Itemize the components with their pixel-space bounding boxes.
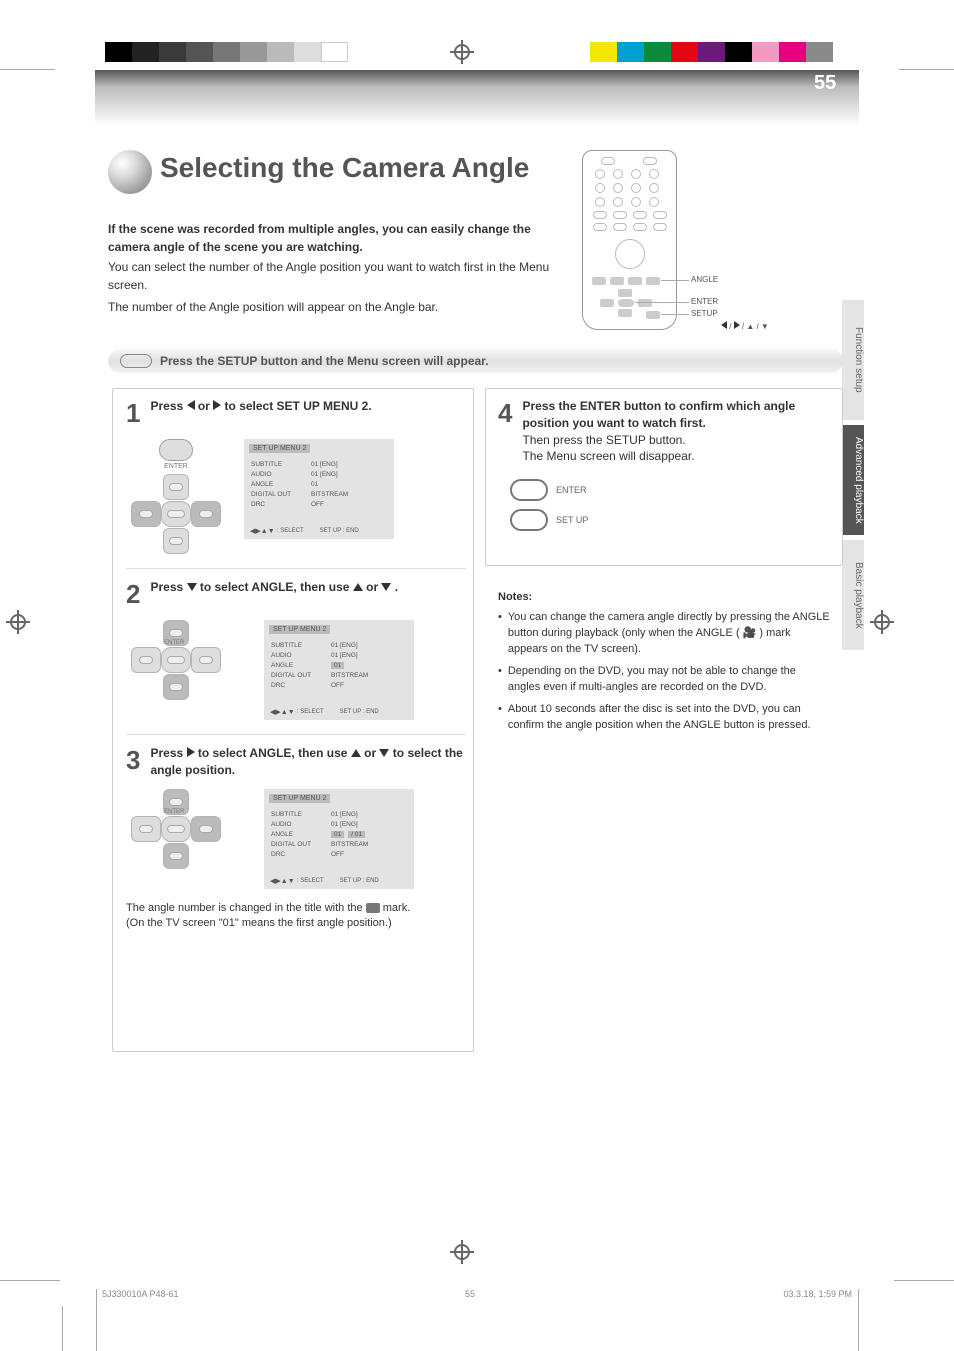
enter-button-icon [510, 479, 548, 501]
camera-angle-icon [366, 903, 380, 913]
step-3-text: Press to select ANGLE, then use or to se… [150, 745, 466, 779]
page-title: Selecting the Camera Angle [160, 152, 529, 184]
color-calibration-bar [590, 42, 833, 62]
registration-mark-icon [870, 610, 894, 634]
down-arrow-icon [381, 583, 391, 591]
remote-illustration: ANGLE ENTER SETUP / / ▲ / ▼ [582, 150, 677, 330]
dpad-icon [126, 474, 226, 554]
step-2-number: 2 [126, 579, 140, 610]
setup-button-icon [510, 509, 548, 531]
down-arrow-icon [187, 583, 197, 591]
tv-screen-mock-2: SET UP MENU 2 SUBTITLE01 [ENG] AUDIO01 [… [264, 620, 414, 720]
tv-screen-mock-3: SET UP MENU 2 SUBTITLE01 [ENG] AUDIO01 [… [264, 789, 414, 889]
right-arrow-icon [187, 747, 195, 757]
dpad-icon: ENTER [126, 789, 226, 869]
up-arrow-icon [353, 583, 363, 591]
trim-mark [62, 1306, 63, 1351]
grayscale-calibration-bar [105, 42, 348, 62]
side-tab-basic-playback: Basic playback [842, 540, 864, 650]
registration-mark-icon [6, 610, 30, 634]
remote-label-enter: ENTER [691, 297, 718, 306]
left-arrow-icon [187, 400, 195, 410]
intro-lead: If the scene was recorded from multiple … [108, 220, 554, 256]
setup-instruction-band: Press the SETUP button and the Menu scre… [108, 349, 843, 373]
notes-header: Notes: [498, 590, 830, 606]
up-arrow-icon [351, 749, 361, 757]
side-tab-function-setup: Function setup [842, 300, 864, 420]
dpad-icon: ENTER [126, 620, 226, 700]
setup-button-label: SET UP [556, 515, 588, 525]
footer-filename: 5J330010A P48-61 [102, 1289, 179, 1299]
side-tab-advanced-playback: Advanced playback [842, 425, 864, 535]
remote-label-angle: ANGLE [691, 275, 718, 284]
trim-mark [0, 69, 55, 70]
trim-mark [96, 1289, 97, 1351]
footer-timestamp: 03.3.18, 1:59 PM [783, 1289, 852, 1299]
step-4-text: Press the ENTER button to confirm which … [522, 398, 830, 465]
enter-button-icon [159, 439, 193, 461]
step-3-number: 3 [126, 745, 140, 779]
tv-screen-mock-1: SET UP MENU 2 SUBTITLE01 [ENG] AUDIO01 [… [244, 439, 394, 539]
page-number: 55 [814, 72, 836, 95]
section-sphere-icon [108, 150, 152, 194]
band-text: Press the SETUP button and the Menu scre… [160, 354, 489, 368]
footer-page: 55 [465, 1289, 475, 1299]
right-arrow-icon [213, 400, 221, 410]
remote-label-setup: SETUP [691, 309, 718, 318]
note-item: You can change the camera angle directly… [498, 610, 830, 658]
step-1-text: Press or to select SET UP MENU 2. [150, 398, 371, 429]
note-item: Depending on the DVD, you may not be abl… [498, 664, 830, 696]
intro-paragraph-1: You can select the number of the Angle p… [108, 258, 554, 294]
trim-mark [0, 1280, 60, 1281]
step-1-number: 1 [126, 398, 140, 429]
step-2-text: Press to select ANGLE, then use or . [150, 579, 398, 610]
registration-mark-icon [450, 40, 474, 64]
setup-button-icon [120, 354, 152, 368]
step-3-note: The angle number is changed in the title… [126, 901, 466, 932]
registration-mark-icon [450, 1240, 474, 1264]
down-arrow-icon [379, 749, 389, 757]
trim-mark [894, 1280, 954, 1281]
intro-paragraph-2: The number of the Angle position will ap… [108, 298, 554, 316]
notes-section: Notes: You can change the camera angle d… [498, 590, 830, 740]
enter-button-label: ENTER [556, 485, 587, 495]
remote-label-arrows: / / ▲ / ▼ [721, 321, 769, 331]
note-item: About 10 seconds after the disc is set i… [498, 702, 830, 734]
trim-mark [899, 69, 954, 70]
step-4-number: 4 [498, 398, 512, 465]
page-header-gradient [95, 70, 859, 125]
trim-mark [858, 1289, 859, 1351]
